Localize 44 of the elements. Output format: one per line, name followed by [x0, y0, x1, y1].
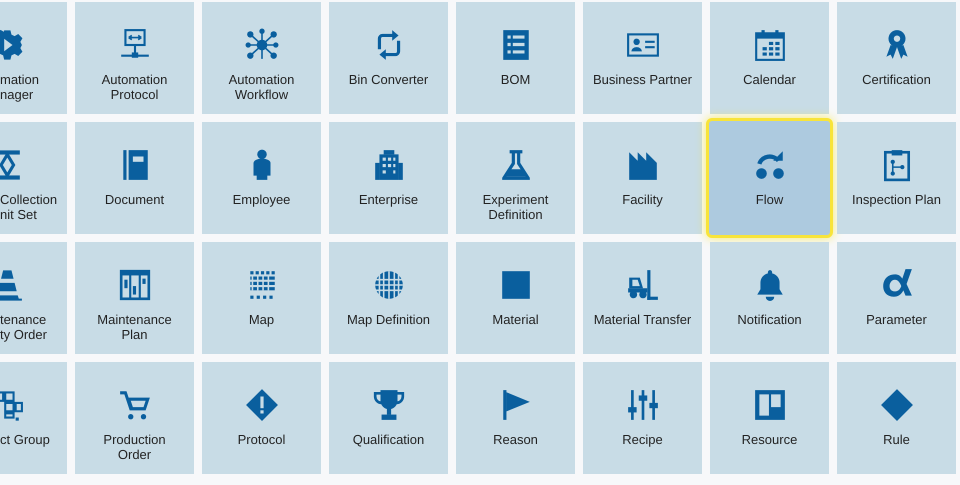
warning-icon	[244, 388, 278, 422]
app-tile[interactable]: Collection nit Set	[0, 122, 67, 234]
app-tile[interactable]: Maintenance Plan	[75, 242, 194, 354]
app-tile[interactable]: Production Order	[75, 362, 194, 474]
gear-icon	[0, 28, 24, 62]
app-tile[interactable]: ct Group	[0, 362, 67, 474]
network-icon	[244, 28, 278, 62]
app-tile[interactable]: Material Transfer	[583, 242, 702, 354]
app-tile[interactable]: Resource	[710, 362, 829, 474]
sliders-icon	[626, 388, 660, 422]
app-tile[interactable]: Map	[202, 242, 321, 354]
app-tile[interactable]: Facility	[583, 122, 702, 234]
cart-icon	[118, 388, 152, 422]
app-tile[interactable]: Material	[456, 242, 575, 354]
trophy-icon	[372, 388, 406, 422]
board-icon	[752, 388, 786, 422]
app-tile[interactable]: Recipe	[583, 362, 702, 474]
app-tile[interactable]: Map Definition	[329, 242, 448, 354]
cabinet-icon	[118, 268, 152, 302]
app-tile[interactable]: Rule	[837, 362, 956, 474]
forklift-icon	[626, 268, 660, 302]
app-tile[interactable]: Automation Workflow	[202, 2, 321, 114]
app-tile[interactable]: Employee	[202, 122, 321, 234]
app-tile[interactable]: Calendar	[710, 2, 829, 114]
app-tile[interactable]: Protocol	[202, 362, 321, 474]
app-tile[interactable]: Reason	[456, 362, 575, 474]
app-tile[interactable]: Parameter	[837, 242, 956, 354]
app-tile[interactable]: Qualification	[329, 362, 448, 474]
diamond-icon	[880, 388, 914, 422]
app-tile[interactable]: Bin Converter	[329, 2, 448, 114]
app-tile[interactable]: Certification	[837, 2, 956, 114]
app-tile[interactable]: Inspection Plan	[837, 122, 956, 234]
app-tile[interactable]: Flow	[706, 118, 833, 238]
calendar-icon	[752, 28, 786, 62]
app-tile[interactable]: Experiment Definition	[456, 122, 575, 234]
app-tile[interactable]: Enterprise	[329, 122, 448, 234]
app-tile[interactable]: Notification	[710, 242, 829, 354]
app-tile[interactable]: tenance ty Order	[0, 242, 67, 354]
app-tile[interactable]: BOM	[456, 2, 575, 114]
app-tile[interactable]: mation nager	[0, 2, 67, 114]
app-tile[interactable]: Document	[75, 122, 194, 234]
cone-icon	[0, 268, 24, 302]
app-tile[interactable]: Business Partner	[583, 2, 702, 114]
app-tile[interactable]: Automation Protocol	[75, 2, 194, 114]
